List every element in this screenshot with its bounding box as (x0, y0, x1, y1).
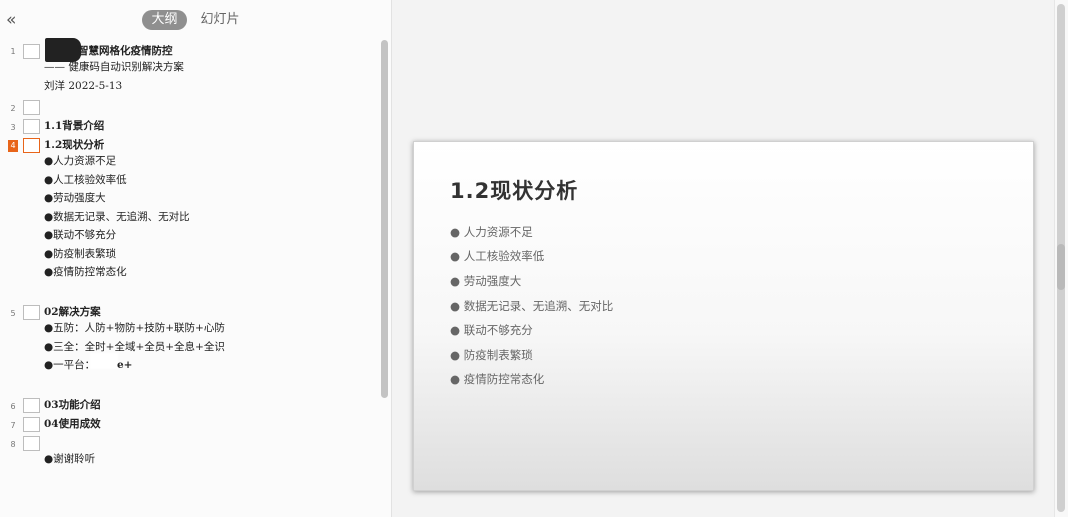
outline-title: 03功能介绍 (44, 399, 101, 411)
slide-number: 2 (10, 104, 16, 113)
tab-outline[interactable]: 大纲 (142, 10, 187, 30)
outline-pane: « 大纲 幻灯片 1 智慧网格化疫情防控 —— 健康码自动识别解决方案 刘洋 2… (0, 0, 392, 517)
slide-bullet[interactable]: ● 数据无记录、无追溯、无对比 (450, 298, 613, 314)
outline-bullet: ●五防：人防+物防+技防+联防+心防 (44, 322, 225, 334)
outline-bullet: ●三全：全时+全域+全员+全息+全识 (44, 341, 225, 353)
collapse-panel-icon[interactable]: « (6, 10, 16, 30)
outline-bullet-tail: e+ (117, 359, 133, 371)
outline-bullet: ●防疫制表繁琐 (44, 248, 117, 260)
outline-title: 1.1背景介绍 (44, 120, 105, 132)
redaction-blur (90, 353, 118, 369)
outline-bullet: ●劳动强度大 (44, 192, 106, 204)
slide-number: 3 (10, 123, 16, 132)
redaction-blot (45, 38, 81, 62)
slide-bullet[interactable]: ● 防疫制表繁琐 (450, 347, 533, 363)
outline-bullet: ●联动不够充分 (44, 229, 117, 241)
slide-bullet[interactable]: ● 联动不够充分 (450, 322, 533, 338)
slide-bullet[interactable]: ● 疫情防控常态化 (450, 371, 544, 387)
outline-author: 刘洋 2022-5-13 (44, 80, 123, 92)
slide-thumbnail[interactable] (23, 436, 40, 451)
slide-bullet[interactable]: ● 人工核验效率低 (450, 248, 544, 264)
outline-bullet: ●谢谢聆听 (44, 453, 96, 465)
slide-bullet[interactable]: ● 劳动强度大 (450, 273, 521, 289)
outline-bullet: ●人工核验效率低 (44, 174, 127, 186)
outline-title: 04使用成效 (44, 418, 101, 430)
slide-thumbnail[interactable] (23, 119, 40, 134)
outline-bullet: ●数据无记录、无追溯、无对比 (44, 211, 190, 223)
slide-thumbnail[interactable] (23, 417, 40, 432)
slide-title[interactable]: 1.2现状分析 (450, 175, 578, 205)
slide-thumbnail[interactable] (23, 398, 40, 413)
slide-bullet[interactable]: ● 人力资源不足 (450, 224, 533, 240)
outline-bullet: ●人力资源不足 (44, 155, 117, 167)
tab-slides[interactable]: 幻灯片 (198, 10, 242, 30)
slide-thumbnail[interactable] (23, 100, 40, 115)
slide-thumbnail[interactable] (23, 44, 40, 59)
slide-number: 8 (10, 440, 16, 449)
outline-bullet: ●一平台： (44, 359, 96, 371)
slide-thumbnail[interactable] (23, 305, 40, 320)
outline-title: 智慧网格化疫情防控 (78, 45, 173, 57)
slide-number: 1 (10, 47, 16, 56)
slide-number-active: 4 (8, 140, 18, 152)
slide-thumbnail-active[interactable] (23, 138, 40, 153)
outline-title: 02解决方案 (44, 306, 101, 318)
slide-scrollbar-position[interactable] (1057, 244, 1065, 290)
outline-title: 1.2现状分析 (44, 139, 105, 151)
slide-canvas[interactable]: 1.2现状分析 ● 人力资源不足 ● 人工核验效率低 ● 劳动强度大 ● 数据无… (413, 141, 1034, 491)
slide-number: 5 (10, 309, 16, 318)
outline-scrollbar[interactable] (381, 40, 388, 398)
slide-number: 6 (10, 402, 16, 411)
outline-bullet: ●疫情防控常态化 (44, 266, 127, 278)
slide-number: 7 (10, 421, 16, 430)
outline-subtitle: —— 健康码自动识别解决方案 (44, 61, 184, 73)
